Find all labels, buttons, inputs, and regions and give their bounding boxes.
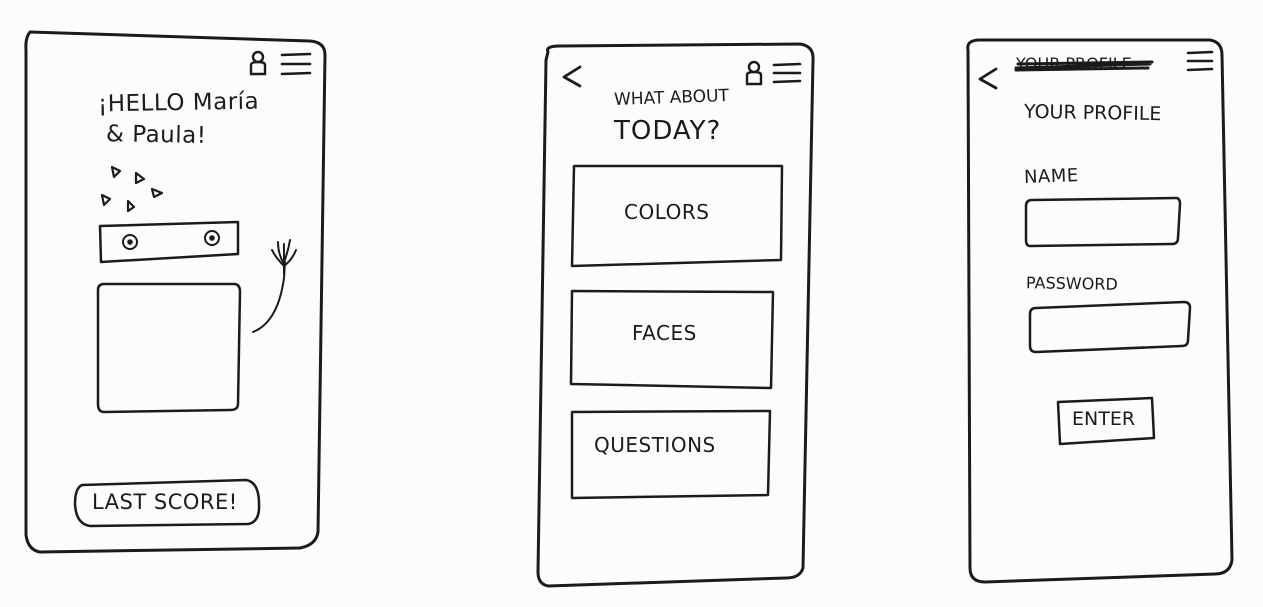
last-score-button[interactable]: LAST SCORE! xyxy=(76,480,260,526)
greeting-line-1: ¡HELLO María xyxy=(97,88,260,118)
menu-icon[interactable] xyxy=(280,52,312,76)
user-icon[interactable] xyxy=(744,60,764,86)
password-label: PASSWORD xyxy=(1025,273,1118,294)
enter-button-label: ENTER xyxy=(1072,408,1136,430)
option-label-colors: COLORS xyxy=(624,200,710,224)
eye-icon xyxy=(120,232,140,252)
categories-heading-line-2: TODAY? xyxy=(614,116,722,146)
user-icon[interactable] xyxy=(248,50,268,76)
confetti-icon xyxy=(100,165,172,217)
option-label-faces: FACES xyxy=(632,321,697,345)
last-score-label: LAST SCORE! xyxy=(92,490,238,514)
password-field[interactable] xyxy=(1030,302,1190,352)
option-colors[interactable]: COLORS xyxy=(574,166,782,264)
categories-heading-line-1: WHAT ABOUT xyxy=(613,86,730,110)
menu-icon[interactable] xyxy=(1186,50,1214,72)
greeting-line-2: & Paula! xyxy=(105,121,207,149)
option-faces[interactable]: FACES xyxy=(572,291,772,386)
hand-icon[interactable] xyxy=(268,236,300,276)
name-label: NAME xyxy=(1023,165,1080,188)
name-field[interactable] xyxy=(1026,200,1180,246)
back-arrow-icon[interactable] xyxy=(560,64,584,90)
option-questions[interactable]: QUESTIONS xyxy=(572,411,770,497)
back-arrow-icon[interactable] xyxy=(976,66,1000,92)
eye-icon xyxy=(202,228,222,248)
game-area[interactable] xyxy=(98,284,240,412)
menu-icon[interactable] xyxy=(772,62,802,84)
enter-button[interactable]: ENTER xyxy=(1058,398,1154,444)
option-label-questions: QUESTIONS xyxy=(594,433,716,457)
struck-header-text: YOUR PROFILE xyxy=(1016,54,1132,73)
profile-title: YOUR PROFILE xyxy=(1023,100,1162,126)
